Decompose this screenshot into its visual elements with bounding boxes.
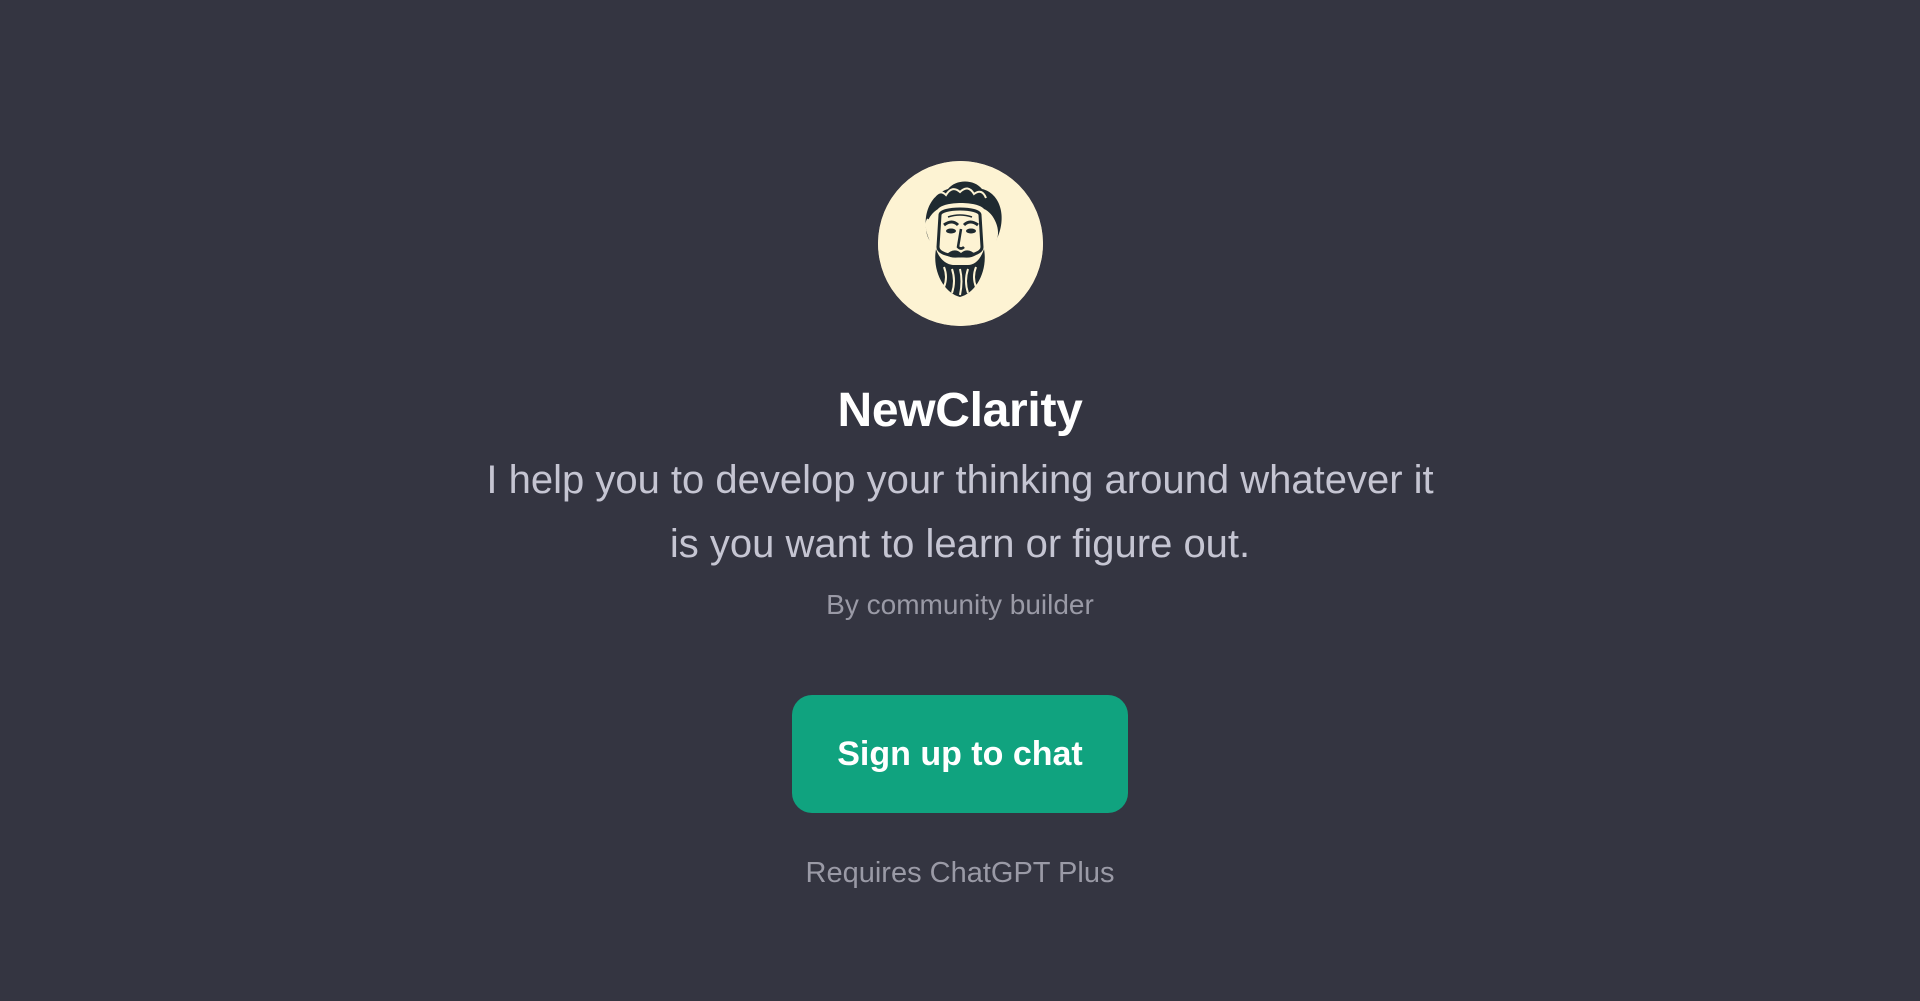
plus-requirement-note: Requires ChatGPT Plus — [805, 857, 1115, 889]
gpt-description: I help you to develop your thinking arou… — [486, 458, 1434, 566]
gpt-byline: By community builder — [826, 589, 1094, 620]
sign-up-to-chat-button[interactable]: Sign up to chat — [792, 695, 1128, 813]
gpt-profile: NewClarity I help you to develop your th… — [0, 161, 1920, 893]
philosopher-bust-icon — [877, 161, 1043, 326]
gpt-title: NewClarity — [837, 384, 1083, 437]
gpt-landing-page: NewClarity I help you to develop your th… — [0, 0, 1920, 1001]
gpt-avatar — [877, 161, 1043, 326]
